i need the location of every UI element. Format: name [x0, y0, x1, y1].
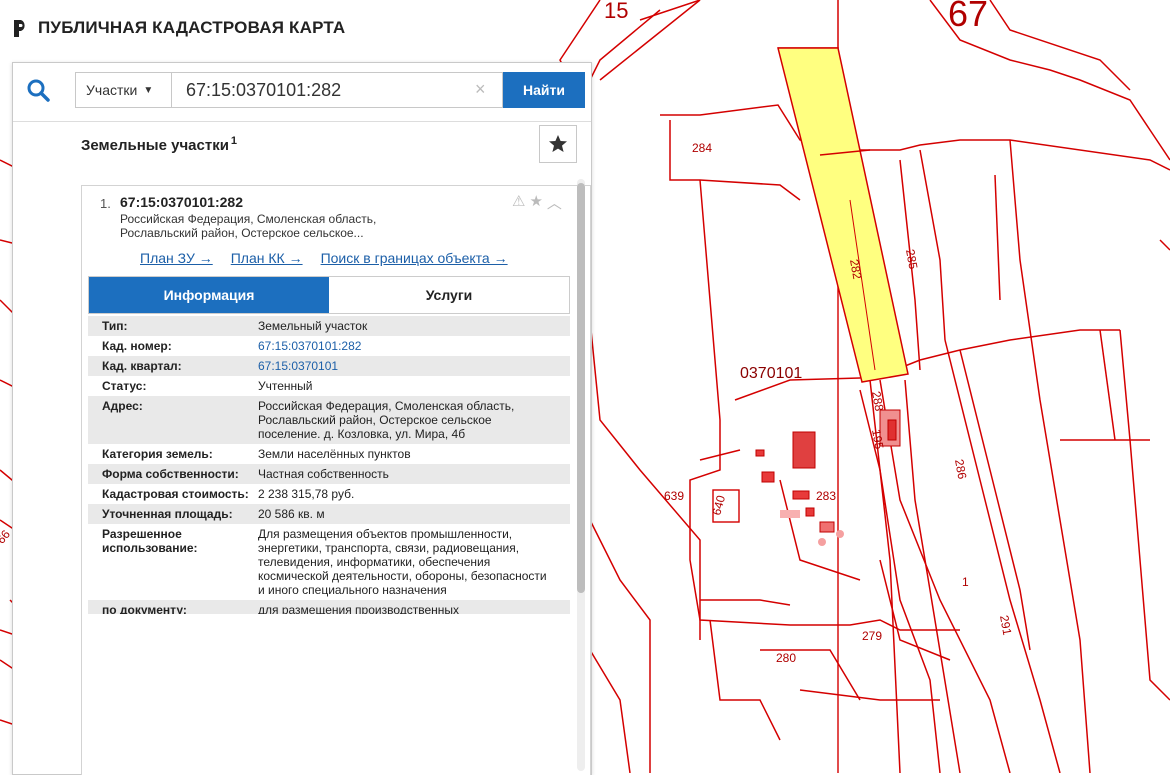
- plan-zu-link[interactable]: План ЗУ →: [140, 250, 213, 266]
- search-within-link[interactable]: Поиск в границах объекта →: [321, 250, 508, 266]
- info-table: Тип: Земельный участок Кад. номер: 67:15…: [88, 316, 570, 614]
- app-title: ПУБЛИЧНАЯ КАДАСТРОВАЯ КАРТА: [38, 18, 346, 37]
- map-label-1: 1: [962, 575, 969, 589]
- table-row: Уточненная площадь: 20 586 кв. м: [88, 504, 570, 524]
- field-value: Земли населённых пунктов: [258, 447, 411, 461]
- favorites-button[interactable]: [539, 125, 577, 163]
- field-label: Кадастровая стоимость:: [102, 487, 249, 501]
- result-address-line-1: Российская Федерация, Смоленская область…: [120, 212, 377, 226]
- search-type-label: Участки: [86, 82, 138, 98]
- field-label: Разрешенное использование:: [102, 527, 198, 555]
- collapse-icon[interactable]: ︿: [547, 192, 562, 213]
- results-count: 1: [230, 135, 238, 147]
- result-cadastral-id[interactable]: 67:15:0370101:282: [120, 194, 243, 210]
- field-label: Категория земель:: [102, 447, 213, 461]
- field-label: Кад. номер:: [102, 339, 172, 353]
- field-value: Российская Федерация, Смоленская область…: [258, 399, 515, 441]
- results-header: Земельные участки 1: [81, 121, 591, 177]
- results-title: Земельные участки 1: [81, 135, 237, 154]
- result-links: План ЗУ → План КК → Поиск в границах объ…: [140, 250, 508, 266]
- search-bar: Участки ▼ × Найти: [13, 63, 591, 122]
- field-label: Уточненная площадь:: [102, 507, 233, 521]
- search-input[interactable]: [171, 72, 503, 108]
- map-label-639: 639: [664, 489, 684, 503]
- map-label-15: 15: [604, 0, 628, 23]
- result-address: Российская Федерация, Смоленская область…: [120, 212, 450, 240]
- map-label-284: 284: [692, 141, 712, 155]
- search-panel: Участки ▼ × Найти Земельные участки1 1. …: [12, 62, 592, 775]
- cad-number-link[interactable]: 67:15:0370101:282: [258, 339, 548, 353]
- table-row: Категория земель: Земли населённых пункт…: [88, 444, 570, 464]
- field-label: Статус:: [102, 379, 147, 393]
- cad-quarter-link[interactable]: 67:15:0370101: [258, 359, 548, 373]
- plan-kk-link[interactable]: План КК →: [231, 250, 303, 266]
- map-label-283: 283: [816, 489, 836, 503]
- table-row: Статус: Учтенный: [88, 376, 570, 396]
- result-number: 1.: [100, 196, 111, 211]
- result-address-line-2: Рославльский район, Остерское сельское..…: [120, 226, 364, 240]
- result-actions: ⚠ ★ ︿: [512, 192, 562, 213]
- table-row: Адрес: Российская Федерация, Смоленская …: [88, 396, 570, 444]
- caret-down-icon: ▼: [143, 84, 154, 96]
- table-row: Тип: Земельный участок: [88, 316, 570, 336]
- tab-services[interactable]: Услуги: [329, 277, 569, 313]
- map-label-quarter: 0370101: [740, 365, 802, 382]
- map-label-67: 67: [948, 0, 988, 34]
- logo-icon: [14, 20, 25, 37]
- table-row: Кад. номер: 67:15:0370101:282: [88, 336, 570, 356]
- search-icon[interactable]: [25, 77, 53, 105]
- star-icon: [549, 135, 567, 152]
- scrollbar-thumb[interactable]: [577, 183, 585, 593]
- map-label-279: 279: [862, 629, 882, 643]
- table-row: Разрешенное использование: Для размещени…: [88, 524, 570, 600]
- field-value: Частная собственность: [258, 467, 389, 481]
- field-value: Учтенный: [258, 379, 313, 393]
- field-label: Адрес:: [102, 399, 143, 413]
- field-label: Кад. квартал:: [102, 359, 182, 373]
- app-header: ПУБЛИЧНАЯ КАДАСТРОВАЯ КАРТА: [12, 16, 352, 40]
- find-button[interactable]: Найти: [503, 72, 585, 108]
- field-label: Форма собственности:: [102, 467, 239, 481]
- result-card: 1. 67:15:0370101:282 Российская Федераци…: [81, 185, 591, 775]
- search-type-select[interactable]: Участки ▼: [75, 72, 171, 108]
- tab-info[interactable]: Информация: [89, 277, 329, 313]
- table-row: Кад. квартал: 67:15:0370101: [88, 356, 570, 376]
- table-row: Кадастровая стоимость: 2 238 315,78 руб.: [88, 484, 570, 504]
- result-tabs: Информация Услуги: [88, 276, 570, 314]
- table-row: Форма собственности: Частная собственнос…: [88, 464, 570, 484]
- field-value: 20 586 кв. м: [258, 507, 325, 521]
- table-row: по документу: для размещения производств…: [88, 600, 570, 614]
- map-label-280: 280: [776, 651, 796, 665]
- warning-icon[interactable]: ⚠: [512, 192, 525, 213]
- clear-search-button[interactable]: ×: [475, 79, 486, 100]
- field-value: Земельный участок: [258, 319, 368, 333]
- field-value: 2 238 315,78 руб.: [258, 487, 355, 501]
- field-label: Тип:: [102, 319, 128, 333]
- field-label: по документу:: [102, 603, 187, 614]
- star-icon[interactable]: ★: [529, 192, 542, 213]
- field-value: для размещения производственных: [258, 603, 460, 614]
- field-value: Для размещения объектов промышленности, …: [258, 527, 547, 597]
- results-heading: Земельные участки: [81, 137, 229, 154]
